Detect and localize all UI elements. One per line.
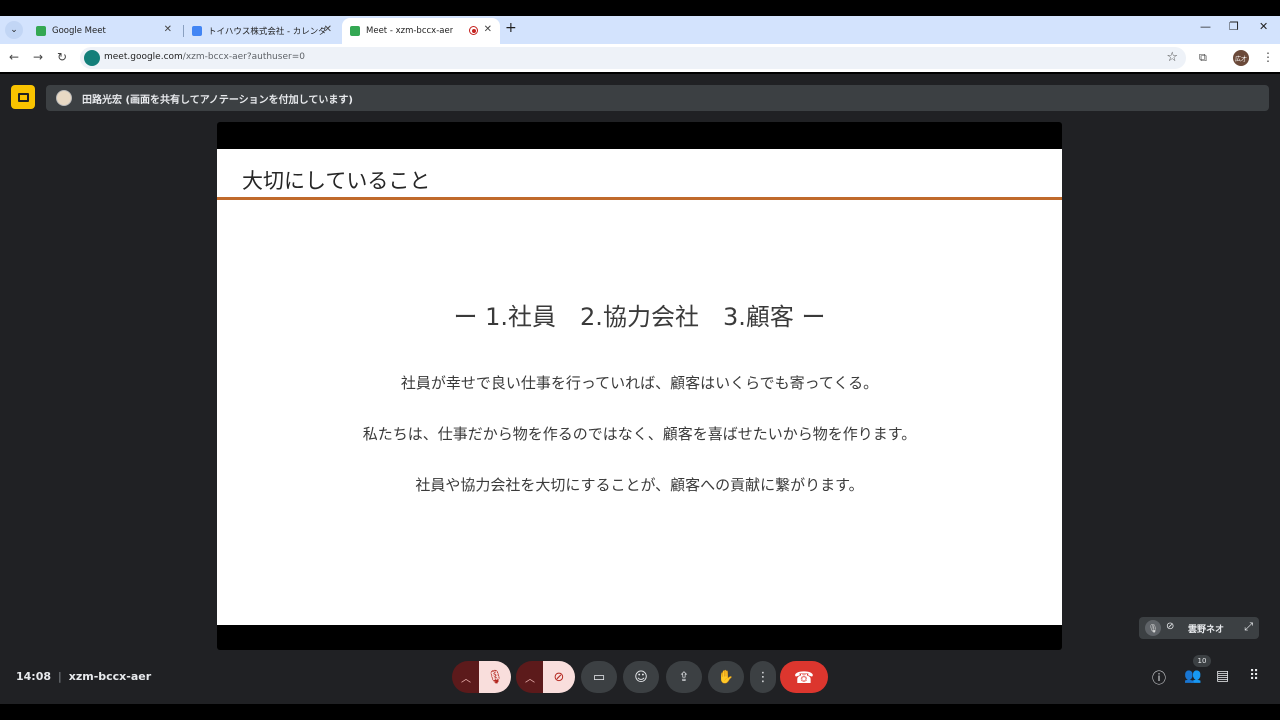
slide-heading: ー 1.社員 2.協力会社 3.顧客 ー — [453, 303, 826, 331]
presenter-avatar — [56, 90, 72, 106]
restore-icon[interactable]: ❐ — [1229, 20, 1239, 33]
browser-toolbar: ← → ↻ meet.google.com/xzm-bccx-aer?authu… — [0, 44, 1280, 72]
close-icon[interactable]: ✕ — [164, 24, 172, 35]
meeting-code: xzm-bccx-aer — [68, 670, 152, 683]
calendar-favicon-icon — [192, 26, 202, 36]
video-options-button[interactable]: ︿ — [516, 661, 544, 693]
chevron-up-icon: ︿ — [461, 673, 471, 685]
present-screen-icon: ⇪ — [678, 669, 690, 685]
bookmark-star-icon[interactable]: ☆ — [1166, 50, 1178, 65]
meeting-time: 14:08 — [16, 670, 52, 683]
bottom-letterbox — [0, 704, 1280, 720]
people-icon[interactable]: 👥 — [1184, 668, 1201, 684]
slide-body-line: 社員が幸せで良い仕事を行っていれば、顧客はいくらでも寄ってくる。 — [400, 374, 879, 392]
new-tab-plus-icon[interactable]: + — [505, 20, 517, 36]
expand-icon[interactable]: ⤢ — [1244, 620, 1253, 634]
profile-avatar[interactable]: 広才 — [1233, 50, 1249, 66]
more-options-button[interactable]: ⋮ — [750, 661, 776, 693]
tab-title: トイハウス株式会社 - カレンダー - 2 — [208, 27, 326, 37]
participant-count-badge: 10 — [1193, 655, 1211, 667]
slide-title: 大切にしていること — [242, 169, 431, 193]
presentation-slide: 大切にしていること ー 1.社員 2.協力会社 3.顧客 ー 社員が幸せで良い仕… — [217, 149, 1062, 625]
top-letterbox — [0, 0, 1280, 16]
mic-toggle-button[interactable]: 🎙 — [479, 661, 511, 693]
captions-button[interactable]: ▭ — [581, 661, 617, 693]
tab-title: Google Meet — [52, 26, 106, 36]
url-host: meet.google.com — [104, 52, 183, 62]
presenting-badge-icon[interactable] — [11, 85, 35, 109]
emoji-icon: ☺ — [634, 669, 648, 685]
meet-favicon-icon — [350, 26, 360, 36]
tab-title: Meet - xzm-bccx-aer — [366, 26, 454, 36]
emoji-button[interactable]: ☺ — [623, 661, 659, 693]
captions-icon: ▭ — [592, 669, 606, 685]
extensions-puzzle-icon[interactable]: ⧉ — [1199, 51, 1207, 65]
call-end-icon: ☎ — [794, 667, 814, 687]
camera-off-icon: ⊘ — [553, 669, 565, 685]
back-arrow-icon[interactable]: ← — [9, 50, 19, 64]
browser-tab-strip: ⌄ Google Meet ✕ トイハウス株式会社 - カレンダー - 2 ✕ … — [0, 16, 1280, 44]
slide-body-line: 私たちは、仕事だから物を作るのではなく、顧客を喜ばせたいから物を作ります。 — [362, 425, 917, 443]
forward-arrow-icon[interactable]: → — [33, 50, 43, 64]
meeting-details-icon[interactable]: ⓘ — [1152, 668, 1166, 688]
url-text: meet.google.com/xzm-bccx-aer?authuser=0 — [104, 52, 305, 62]
close-icon[interactable]: ✕ — [484, 24, 492, 35]
tab-meet-active[interactable]: Meet - xzm-bccx-aer ✕ — [342, 18, 500, 44]
tab-calendar[interactable]: トイハウス株式会社 - カレンダー - 2 ✕ — [184, 18, 340, 44]
tab-search-button[interactable]: ⌄ — [5, 21, 23, 39]
presenter-status-text: 田路光宏 (画面を共有してアノテーションを付加しています) — [82, 95, 353, 106]
more-vert-icon: ⋮ — [756, 669, 770, 685]
recording-icon — [469, 26, 478, 35]
tab-google-meet[interactable]: Google Meet ✕ — [28, 18, 180, 44]
audio-options-button[interactable]: ︿ — [452, 661, 480, 693]
presenter-bar: 田路光宏 (画面を共有してアノテーションを付加しています) — [46, 85, 1269, 111]
slide-body-line: 社員や協力会社を大切にすることが、顧客への貢献に繋がります。 — [415, 476, 864, 494]
activities-grid-icon[interactable]: ⠿ — [1249, 668, 1259, 684]
chevron-down-icon: ⌄ — [10, 25, 18, 35]
window-close-icon[interactable]: ✕ — [1259, 20, 1268, 33]
present-button[interactable]: ⇪ — [666, 661, 702, 693]
close-icon[interactable]: ✕ — [324, 24, 332, 35]
leave-call-button[interactable]: ☎ — [780, 661, 828, 693]
site-info-icon[interactable] — [84, 50, 100, 66]
browser-menu-icon[interactable]: ⋮ — [1262, 50, 1274, 64]
camera-off-icon: ⊘ — [1166, 621, 1175, 632]
camera-toggle-button[interactable]: ⊘ — [543, 661, 575, 693]
chevron-up-icon: ︿ — [525, 673, 535, 685]
url-path: /xzm-bccx-aer?authuser=0 — [182, 52, 305, 62]
meeting-info-text: 14:08 | xzm-bccx-aer — [16, 670, 152, 683]
reload-icon[interactable]: ↻ — [57, 50, 67, 64]
mic-off-icon: 🎙 — [486, 669, 504, 685]
slide-title-rule — [217, 197, 1062, 200]
raise-hand-button[interactable]: ✋ — [708, 661, 744, 693]
minimize-icon[interactable]: — — [1200, 20, 1211, 33]
meet-favicon-icon — [36, 26, 46, 36]
chat-icon[interactable]: ▤ — [1216, 668, 1229, 684]
participant-name: 雲野ネオ — [1188, 625, 1225, 635]
address-bar[interactable]: meet.google.com/xzm-bccx-aer?authuser=0 … — [80, 47, 1186, 69]
mic-off-icon: 🎙 — [1145, 620, 1161, 636]
participant-tile[interactable]: 🎙 ⊘ 雲野ネオ ⤢ — [1139, 617, 1259, 639]
raise-hand-icon: ✋ — [717, 669, 735, 685]
